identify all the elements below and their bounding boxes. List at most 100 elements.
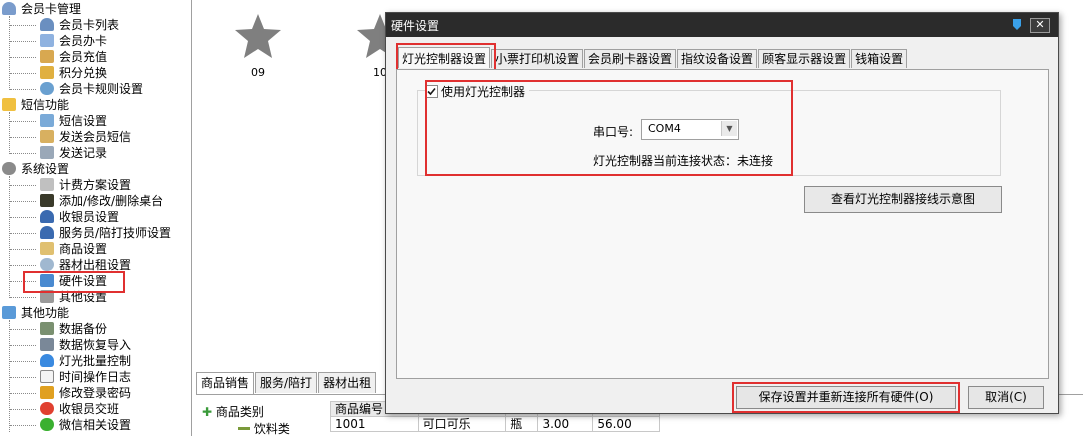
tree-item-goods[interactable]: 商品设置 [40, 241, 107, 257]
member-list-icon [40, 18, 54, 31]
member-card-icon [40, 34, 54, 47]
leaf-icon [238, 427, 250, 430]
table-cell: 瓶 [505, 416, 539, 432]
tree-item-member-list[interactable]: 会员卡列表 [40, 17, 119, 33]
tree-item-billing[interactable]: 计费方案设置 [40, 177, 131, 193]
tab-card-reader[interactable]: 会员刷卡器设置 [584, 49, 677, 68]
tree-item-time-log[interactable]: 时间操作日志 [40, 369, 131, 385]
dialog-title: 硬件设置 [391, 19, 440, 33]
tree-group-label: 其他功能 [21, 306, 70, 320]
tree-item-label: 发送会员短信 [59, 130, 132, 144]
plus-icon: ✚ [202, 405, 213, 419]
table-cell: 56.00 [592, 416, 660, 432]
tree-item-waiter[interactable]: 服务员/陪打技师设置 [40, 225, 171, 241]
tree-item-backup[interactable]: 数据备份 [40, 321, 107, 337]
view-wiring-diagram-button[interactable]: 查看灯光控制器接线示意图 [804, 186, 1002, 213]
tree-guide [9, 112, 10, 154]
tree-item-light-batch[interactable]: 灯光批量控制 [40, 353, 131, 369]
tree-item-label: 收银员交班 [59, 402, 120, 416]
tab-goods-sales[interactable]: 商品销售 [196, 372, 255, 395]
close-icon: ✕ [1035, 18, 1045, 31]
tree-group-member[interactable]: 会员卡管理 [2, 1, 81, 17]
category-root[interactable]: ✚ 商品类别 [202, 403, 290, 420]
member-group-icon [2, 2, 16, 15]
tree-group-label: 会员卡管理 [21, 2, 82, 16]
wechat-icon [40, 418, 54, 431]
recharge-icon [40, 50, 54, 63]
tree-item-card-rules[interactable]: 会员卡规则设置 [40, 81, 143, 97]
tab-cash-drawer[interactable]: 钱箱设置 [851, 49, 908, 68]
hardware-settings-dialog: 硬件设置 ✕ 灯光控制器设置 小票打印机设置 会员刷卡器设置 指纹设备设置 顾客… [385, 12, 1059, 414]
tree-item-label: 微信相关设置 [59, 418, 132, 432]
rental-icon [40, 258, 54, 271]
tree-group-other[interactable]: 其他功能 [2, 305, 69, 321]
tree-item-label: 会员卡规则设置 [59, 82, 144, 96]
tree-item-sms-settings[interactable]: 短信设置 [40, 113, 107, 129]
gear-icon [2, 162, 16, 175]
tree-item-label: 数据恢复导入 [59, 338, 132, 352]
tree-item-tables[interactable]: 添加/修改/删除桌台 [40, 193, 163, 209]
tree-item-label: 商品设置 [59, 242, 108, 256]
key-icon [40, 386, 54, 399]
pin-icon[interactable] [1010, 17, 1024, 31]
tree-item-recharge[interactable]: 会员充值 [40, 49, 107, 65]
tree-item-label: 会员卡列表 [59, 18, 120, 32]
tree-guide [9, 176, 10, 298]
tab-receipt-printer[interactable]: 小票打印机设置 [491, 49, 584, 68]
rule-icon [40, 82, 54, 95]
settings-highlight-box [425, 80, 793, 176]
bottom-tabs: 商品销售 服务/陪打 器材出租 [196, 372, 377, 395]
tree-item-password[interactable]: 修改登录密码 [40, 385, 131, 401]
tree-item-wechat[interactable]: 微信相关设置 [40, 417, 131, 433]
cancel-button[interactable]: 取消(C) [968, 386, 1044, 409]
tree-item-send-sms[interactable]: 发送会员短信 [40, 129, 131, 145]
tab-customer-display[interactable]: 顾客显示器设置 [758, 49, 851, 68]
tree-item-label: 短信设置 [59, 114, 108, 128]
user-icon [40, 226, 54, 239]
tree-item-label: 积分兑换 [59, 66, 108, 80]
record-list-icon [40, 146, 54, 159]
tree-guide [9, 16, 10, 90]
table-tile-09[interactable]: 09 [230, 12, 286, 79]
tree-item-label: 会员办卡 [59, 34, 108, 48]
tree-item-label: 修改登录密码 [59, 386, 132, 400]
tree-item-label: 发送记录 [59, 146, 108, 160]
tree-item-label: 服务员/陪打技师设置 [59, 226, 172, 240]
send-sms-icon [40, 130, 54, 143]
tree-item-label: 器材出租设置 [59, 258, 132, 272]
tree-item-label: 添加/修改/删除桌台 [59, 194, 164, 208]
cube-icon [2, 306, 16, 319]
category-root-label: 商品类别 [215, 405, 264, 419]
tree-item-cashier[interactable]: 收银员设置 [40, 209, 119, 225]
sms-settings-icon [40, 114, 54, 127]
table-row[interactable]: 1001 可口可乐 瓶 3.00 56.00 [330, 416, 660, 432]
tree-item-restore[interactable]: 数据恢复导入 [40, 337, 131, 353]
tree-item-points[interactable]: 积分兑换 [40, 65, 107, 81]
tree-group-system[interactable]: 系统设置 [2, 161, 69, 177]
tree-item-shift[interactable]: 收银员交班 [40, 401, 119, 417]
tree-group-label: 短信功能 [21, 98, 70, 112]
log-icon [40, 370, 54, 383]
tree-group-sms[interactable]: 短信功能 [2, 97, 69, 113]
restore-icon [40, 338, 54, 351]
tree-item-send-record[interactable]: 发送记录 [40, 145, 107, 161]
billing-icon [40, 178, 54, 191]
hardware-highlight-box [23, 271, 125, 293]
close-button[interactable]: ✕ [1030, 18, 1050, 33]
sms-group-icon [2, 98, 16, 111]
gift-icon [40, 66, 54, 79]
category-child[interactable]: 饮料类 [202, 420, 290, 437]
dialog-title-bar[interactable]: 硬件设置 ✕ [386, 13, 1058, 37]
user-icon [40, 210, 54, 223]
tree-item-label: 会员充值 [59, 50, 108, 64]
tab-fingerprint[interactable]: 指纹设备设置 [677, 49, 758, 68]
save-highlight-box [732, 382, 960, 413]
table-cell: 1001 [330, 416, 419, 432]
tree-group-label: 系统设置 [21, 162, 70, 176]
category-child-label: 饮料类 [253, 422, 290, 436]
function-tree: 会员卡管理 会员卡列表 会员办卡 会员充值 积分兑换 会员卡规则设置 短信功能 … [0, 0, 192, 436]
tab-service[interactable]: 服务/陪打 [255, 372, 318, 393]
tree-item-member-card[interactable]: 会员办卡 [40, 33, 107, 49]
tab-equipment-rental[interactable]: 器材出租 [318, 372, 377, 393]
tree-item-label: 计费方案设置 [59, 178, 132, 192]
